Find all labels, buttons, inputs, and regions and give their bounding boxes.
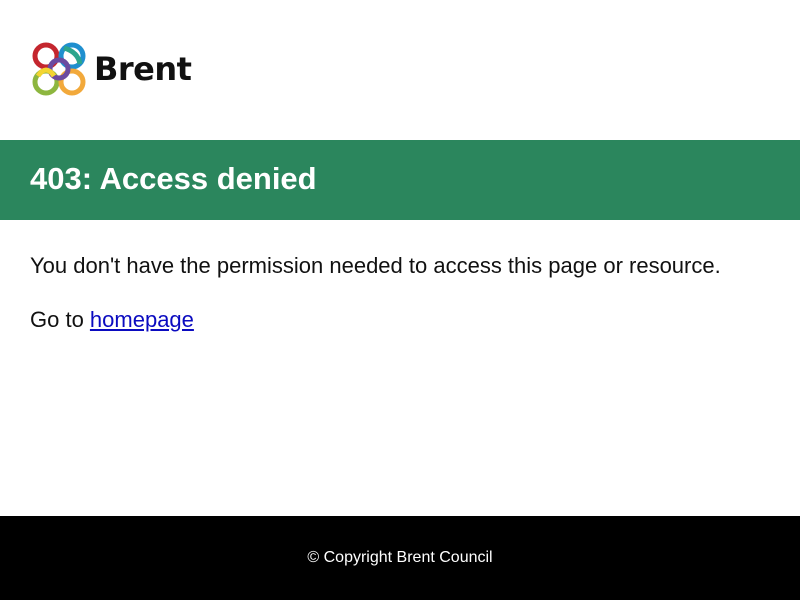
page-title: 403: Access denied — [30, 161, 317, 196]
page: Brent 403: Access denied You don't have … — [0, 0, 800, 600]
homepage-link[interactable]: homepage — [90, 307, 194, 332]
brent-logo-link[interactable]: Brent — [30, 40, 192, 98]
brent-logo-icon — [32, 42, 86, 96]
copyright-text: © Copyright Brent Council — [307, 549, 493, 566]
site-header: Brent — [0, 0, 800, 140]
logo-text: Brent — [94, 50, 192, 88]
goto-homepage-text: Go to homepage — [30, 302, 730, 337]
main-content: You don't have the permission needed to … — [30, 248, 730, 337]
site-footer: © Copyright Brent Council — [0, 516, 800, 600]
error-banner: 403: Access denied — [0, 140, 800, 220]
permission-message: You don't have the permission needed to … — [30, 253, 721, 278]
goto-prefix: Go to — [30, 307, 90, 332]
